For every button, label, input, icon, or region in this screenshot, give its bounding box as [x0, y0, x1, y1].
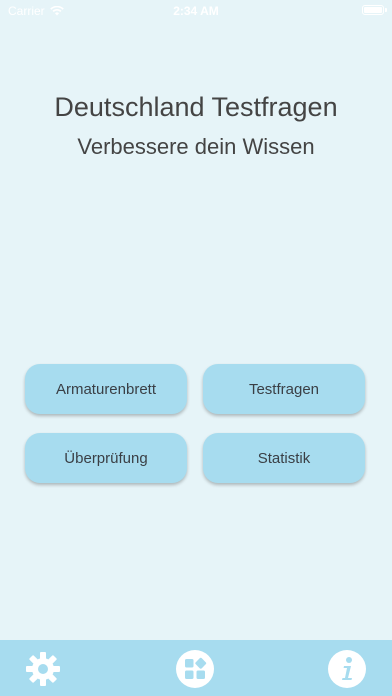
review-button[interactable]: Überprüfung: [25, 433, 187, 483]
battery-icon: [362, 5, 387, 15]
info-icon: [328, 650, 366, 688]
apps-grid-icon: [176, 650, 214, 688]
status-bar: Carrier 2:34 AM: [0, 0, 392, 20]
page-subtitle: Verbessere dein Wissen: [77, 134, 315, 159]
info-tab[interactable]: [326, 648, 368, 690]
settings-tab[interactable]: [22, 648, 64, 690]
apps-tab[interactable]: [174, 648, 216, 690]
test-questions-button[interactable]: Testfragen: [203, 364, 365, 414]
tab-bar: [0, 640, 392, 696]
status-time: 2:34 AM: [173, 4, 219, 18]
statistics-button[interactable]: Statistik: [203, 433, 365, 483]
gear-icon: [26, 652, 60, 686]
page-title: Deutschland Testfragen: [54, 92, 338, 122]
dashboard-button[interactable]: Armaturenbrett: [25, 364, 187, 414]
